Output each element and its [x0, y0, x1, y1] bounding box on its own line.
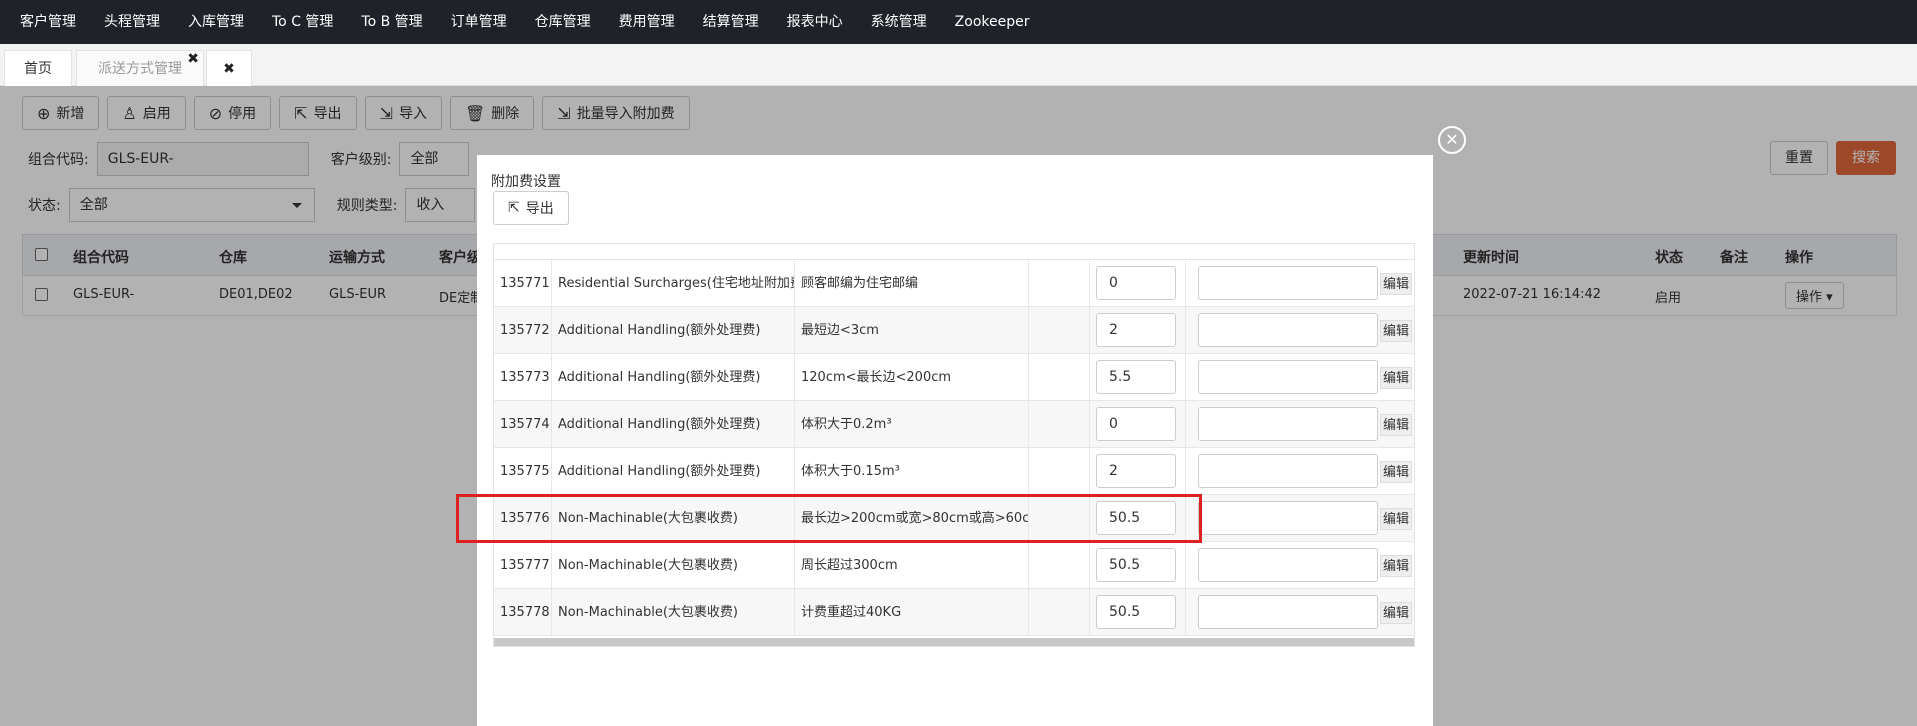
table-row: 135775 Additional Handling(额外处理费) 体积大于0.… [494, 448, 1414, 495]
nav-item-firstleg[interactable]: 头程管理 [90, 0, 174, 44]
amount-cell: 5.5 [1090, 354, 1186, 401]
modal-title: 附加费设置 [491, 174, 561, 190]
amount-cell: 0 [1090, 260, 1186, 307]
modal-export-button[interactable]: ⇱ 导出 [493, 191, 569, 225]
surcharge-rule: 计费重超过40KG [795, 589, 1029, 636]
modal-export-label: 导出 [525, 201, 554, 217]
amount-cell: 2 [1090, 307, 1186, 354]
top-nav: 客户管理 头程管理 入库管理 To C 管理 To B 管理 订单管理 仓库管理… [0, 0, 1917, 44]
surcharge-id: 135778 [494, 589, 552, 636]
surcharge-rule: 120cm<最长边<200cm [795, 354, 1029, 401]
tab-delivery-method[interactable]: 派送方式管理 ✖ [76, 50, 204, 86]
table-row: 135778 Non-Machinable(大包裹收费) 计费重超过40KG 5… [494, 589, 1414, 636]
note-input[interactable] [1198, 501, 1378, 535]
nav-item-customer[interactable]: 客户管理 [6, 0, 90, 44]
tab-close-icon[interactable]: ✖ [187, 41, 199, 77]
nav-item-inbound[interactable]: 入库管理 [174, 0, 258, 44]
edit-button[interactable]: 编辑 [1380, 461, 1413, 483]
note-input[interactable] [1198, 266, 1378, 300]
edit-button[interactable]: 编辑 [1380, 602, 1413, 624]
surcharge-name: Non-Machinable(大包裹收费) [552, 589, 795, 636]
surcharge-table-header [494, 244, 1414, 260]
table-row: 135771 Residential Surcharges(住宅地址附加费) 顾… [494, 260, 1414, 307]
surcharge-rule: 周长超过300cm [795, 542, 1029, 589]
surcharge-blank-cell [1029, 260, 1090, 307]
table-row: 135774 Additional Handling(额外处理费) 体积大于0.… [494, 401, 1414, 448]
surcharge-id: 135774 [494, 401, 552, 448]
amount-input[interactable]: 0 [1096, 266, 1176, 300]
surcharge-blank-cell [1029, 307, 1090, 354]
note-input[interactable] [1198, 595, 1378, 629]
note-input[interactable] [1198, 407, 1378, 441]
note-input[interactable] [1198, 313, 1378, 347]
export-icon: ⇱ [508, 200, 520, 216]
tab-delivery-method-label: 派送方式管理 [98, 61, 182, 77]
nav-item-orders[interactable]: 订单管理 [437, 0, 521, 44]
nav-item-fees[interactable]: 费用管理 [605, 0, 689, 44]
amount-cell: 2 [1090, 448, 1186, 495]
surcharge-id: 135772 [494, 307, 552, 354]
edit-button[interactable]: 编辑 [1380, 320, 1413, 342]
edit-button[interactable]: 编辑 [1380, 555, 1413, 577]
amount-input[interactable]: 50.5 [1096, 595, 1176, 629]
nav-item-settlement[interactable]: 结算管理 [689, 0, 773, 44]
surcharge-blank-cell [1029, 448, 1090, 495]
surcharge-table: 135771 Residential Surcharges(住宅地址附加费) 顾… [493, 243, 1415, 647]
surcharge-name: Residential Surcharges(住宅地址附加费) [552, 260, 795, 307]
close-icon[interactable]: ✕ [1438, 126, 1466, 154]
table-row: 135773 Additional Handling(额外处理费) 120cm<… [494, 354, 1414, 401]
surcharge-name: Additional Handling(额外处理费) [552, 354, 795, 401]
nav-item-warehouse[interactable]: 仓库管理 [521, 0, 605, 44]
amount-cell: 50.5 [1090, 542, 1186, 589]
surcharge-blank-cell [1029, 589, 1090, 636]
amount-cell: 50.5 [1090, 589, 1186, 636]
nav-item-zookeeper[interactable]: Zookeeper [941, 0, 1044, 44]
highlight-annotation-box [456, 494, 1202, 543]
surcharge-id: 135777 [494, 542, 552, 589]
surcharge-rule: 顾客邮编为住宅邮编 [795, 260, 1029, 307]
amount-input[interactable]: 50.5 [1096, 548, 1176, 582]
surcharge-rule: 体积大于0.15m³ [795, 448, 1029, 495]
surcharge-settings-modal: 附加费设置 ⇱ 导出 135771 Residential Surcharges… [477, 155, 1433, 726]
surcharge-name: Non-Machinable(大包裹收费) [552, 542, 795, 589]
amount-cell: 0 [1090, 401, 1186, 448]
tab-home[interactable]: 首页 [4, 50, 72, 86]
surcharge-name: Additional Handling(额外处理费) [552, 401, 795, 448]
horizontal-scrollbar[interactable] [494, 638, 1414, 646]
note-input[interactable] [1198, 454, 1378, 488]
surcharge-blank-cell [1029, 354, 1090, 401]
surcharge-name: Additional Handling(额外处理费) [552, 448, 795, 495]
surcharge-blank-cell [1029, 401, 1090, 448]
surcharge-id: 135771 [494, 260, 552, 307]
nav-item-tob[interactable]: To B 管理 [347, 0, 436, 44]
edit-button[interactable]: 编辑 [1380, 508, 1413, 530]
surcharge-blank-cell [1029, 542, 1090, 589]
table-row: 135777 Non-Machinable(大包裹收费) 周长超过300cm 5… [494, 542, 1414, 589]
table-row: 135772 Additional Handling(额外处理费) 最短边<3c… [494, 307, 1414, 354]
note-input[interactable] [1198, 360, 1378, 394]
surcharge-name: Additional Handling(额外处理费) [552, 307, 795, 354]
note-input[interactable] [1198, 548, 1378, 582]
surcharge-rule: 体积大于0.2m³ [795, 401, 1029, 448]
amount-input[interactable]: 0 [1096, 407, 1176, 441]
amount-input[interactable]: 5.5 [1096, 360, 1176, 394]
nav-item-system[interactable]: 系统管理 [857, 0, 941, 44]
surcharge-id: 135775 [494, 448, 552, 495]
nav-item-toc[interactable]: To C 管理 [258, 0, 347, 44]
close-all-tabs-icon[interactable]: ✖ [206, 50, 252, 86]
amount-input[interactable]: 2 [1096, 313, 1176, 347]
surcharge-rule: 最短边<3cm [795, 307, 1029, 354]
nav-item-reports[interactable]: 报表中心 [773, 0, 857, 44]
edit-button[interactable]: 编辑 [1380, 367, 1413, 389]
edit-button[interactable]: 编辑 [1380, 414, 1413, 436]
surcharge-id: 135773 [494, 354, 552, 401]
tab-bar: 首页 派送方式管理 ✖ ✖ [0, 44, 1917, 86]
edit-button[interactable]: 编辑 [1380, 273, 1413, 295]
amount-input[interactable]: 2 [1096, 454, 1176, 488]
